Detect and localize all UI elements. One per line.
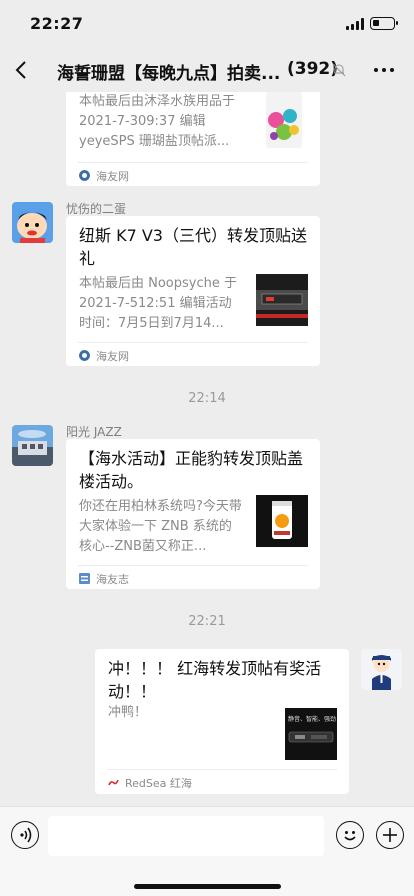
source-logo-icon: [79, 573, 90, 584]
message-card-0[interactable]: 本帖最后由沐泽水族用品于 2021-7-309:37 编辑 yeyeSPS 珊瑚…: [66, 92, 320, 186]
message-card-2[interactable]: 【海水活动】正能豹转发顶贴盖楼活动。 你还在用柏林系统吗?今天带大家体验一下 Z…: [66, 439, 320, 589]
card-description: 本帖最后由沐泽水族用品于 2021-7-309:37 编辑 yeyeSPS 珊瑚…: [79, 94, 236, 149]
time-divider: 22:14: [188, 391, 226, 406]
emoji-icon[interactable]: [336, 821, 364, 849]
card-source: RedSea 红海: [125, 777, 192, 790]
redsea-logo-icon: [108, 779, 119, 786]
card-thumbnail-device: 静音、智能、强劲: [285, 708, 337, 760]
home-indicator: [134, 884, 281, 889]
battery-icon: [370, 17, 398, 30]
sender-name: 阳光 JAZZ: [66, 425, 122, 439]
status-time: 22:27: [30, 14, 84, 33]
source-logo-icon: [79, 170, 90, 181]
card-thumbnail-salt-bucket: [262, 92, 306, 148]
message-input[interactable]: [48, 816, 324, 856]
card-source: 海友网: [96, 350, 129, 363]
source-logo-icon: [79, 350, 90, 361]
status-bar: 22:27: [0, 0, 414, 44]
message-card-1[interactable]: 纽斯 K7 V3（三代）转发顶贴送礼 本帖最后由 Noopsyche 于 202…: [66, 216, 320, 366]
time-divider: 22:21: [188, 614, 226, 629]
avatar[interactable]: [12, 202, 53, 243]
input-bar: [0, 806, 414, 896]
signal-icon: [346, 18, 364, 30]
voice-icon[interactable]: [11, 821, 39, 849]
card-description: 冲鸭！: [108, 705, 148, 720]
card-title: 冲！！！ 红海转发顶帖有奖活动！！: [108, 659, 322, 701]
chevron-left-icon[interactable]: [14, 61, 28, 79]
member-count: (392): [287, 59, 339, 79]
card-source: 海友志: [96, 573, 129, 586]
card-description: 本帖最后由 Noopsyche 于 2021-7-512:51 编辑活动时间：7…: [79, 276, 237, 331]
nav-bar: 海誓珊盟【每晚九点】拍卖... (392): [0, 44, 414, 96]
mute-bell-icon: [332, 63, 346, 77]
card-source: 海友网: [96, 170, 129, 183]
thumbnail-caption: 静音、智能、强劲: [288, 716, 337, 723]
card-description: 你还在用柏林系统吗?今天带大家体验一下 ZNB 系统的核心--ZNB菌又称正..…: [79, 499, 242, 554]
chat-screen: 22:27 海誓珊盟【每晚九点】拍卖... (392) 本帖最后由沐泽水族用品于…: [0, 0, 414, 896]
card-thumbnail-device: [256, 274, 308, 326]
my-avatar[interactable]: [361, 649, 402, 690]
plus-icon[interactable]: [376, 821, 404, 849]
card-thumbnail-product: [256, 495, 308, 547]
card-title: 【海水活动】正能豹转发顶贴盖楼活动。: [79, 449, 304, 491]
sender-name: 忧伤的二蛋: [66, 202, 127, 216]
message-list[interactable]: 本帖最后由沐泽水族用品于 2021-7-309:37 编辑 yeyeSPS 珊瑚…: [0, 92, 414, 806]
more-dots-icon[interactable]: [374, 68, 394, 72]
message-card-3[interactable]: 冲！！！ 红海转发顶帖有奖活动！！ 冲鸭！ 静音、智能、强劲 RedSea 红海: [95, 649, 349, 794]
avatar[interactable]: [12, 425, 53, 466]
card-title: 纽斯 K7 V3（三代）转发顶贴送礼: [79, 226, 307, 268]
